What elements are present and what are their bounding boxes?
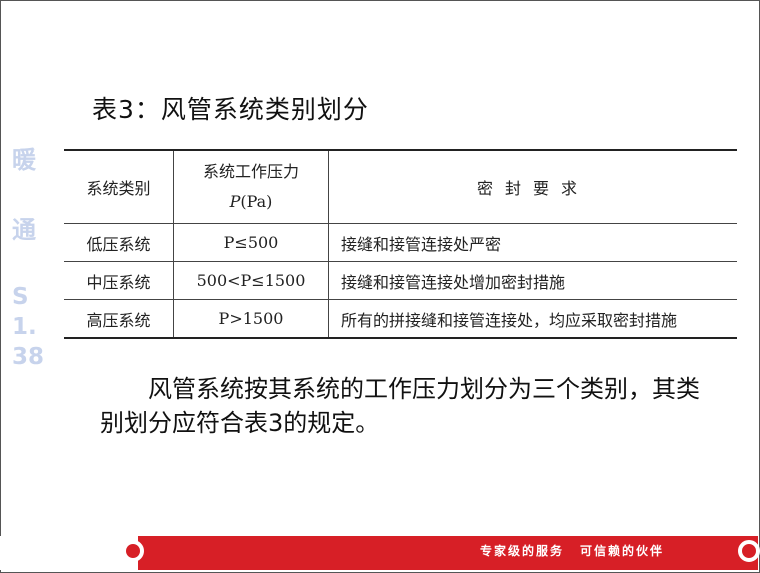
side-label-code: S1.38 xyxy=(12,284,45,370)
table-row: 高压系统 P>1500 所有的拼接缝和接管连接处，均应采取密封措施 xyxy=(64,299,737,339)
slogan-part-2: 可信赖的伙伴 xyxy=(580,544,665,558)
pressure-symbol: P xyxy=(229,192,241,211)
slide-title: 表3：风管系统类别划分 xyxy=(92,95,369,124)
footer-bar xyxy=(138,536,758,570)
cell-pressure: P≤500 xyxy=(173,223,329,262)
body-paragraph: 风管系统按其系统的工作压力划分为三个类别，其类别划分应符合表3的规定。 xyxy=(100,375,700,437)
footer-slogan: 专家级的服务 可信赖的伙伴 xyxy=(480,542,664,559)
header-category: 系统类别 xyxy=(64,149,174,224)
header-pressure-line1: 系统工作压力 xyxy=(202,162,299,181)
slogan-part-1: 专家级的服务 xyxy=(480,544,565,558)
cell-pressure: 500<P≤1500 xyxy=(173,261,329,300)
cell-seal: 接缝和接管连接处严密 xyxy=(328,223,737,262)
table-row: 中压系统 500<P≤1500 接缝和接管连接处增加密封措施 xyxy=(64,261,737,300)
cell-category: 中压系统 xyxy=(64,261,174,300)
side-label-tong: 通 xyxy=(12,216,36,244)
header-pressure: 系统工作压力 P(Pa) xyxy=(173,149,329,224)
cell-pressure: P>1500 xyxy=(173,299,329,339)
cell-category: 高压系统 xyxy=(64,299,174,339)
cell-seal: 所有的拼接缝和接管连接处，均应采取密封措施 xyxy=(328,299,737,339)
table-header-row: 系统类别 系统工作压力 P(Pa) 密封要求 xyxy=(64,149,737,224)
duct-class-table: 系统类别 系统工作压力 P(Pa) 密封要求 低压系统 P≤500 接缝和接管连… xyxy=(64,149,737,339)
footer-ring-left-icon xyxy=(122,540,144,562)
cell-category: 低压系统 xyxy=(64,223,174,262)
header-pressure-line2: P(Pa) xyxy=(186,187,316,217)
footer-ring-right-icon xyxy=(738,540,760,562)
footer-left-blank xyxy=(0,536,138,570)
side-label-nuan: 暖 xyxy=(12,146,36,174)
header-seal: 密封要求 xyxy=(328,149,737,224)
cell-seal: 接缝和接管连接处增加密封措施 xyxy=(328,261,737,300)
pressure-unit: (Pa) xyxy=(240,192,273,211)
table-row: 低压系统 P≤500 接缝和接管连接处严密 xyxy=(64,223,737,262)
